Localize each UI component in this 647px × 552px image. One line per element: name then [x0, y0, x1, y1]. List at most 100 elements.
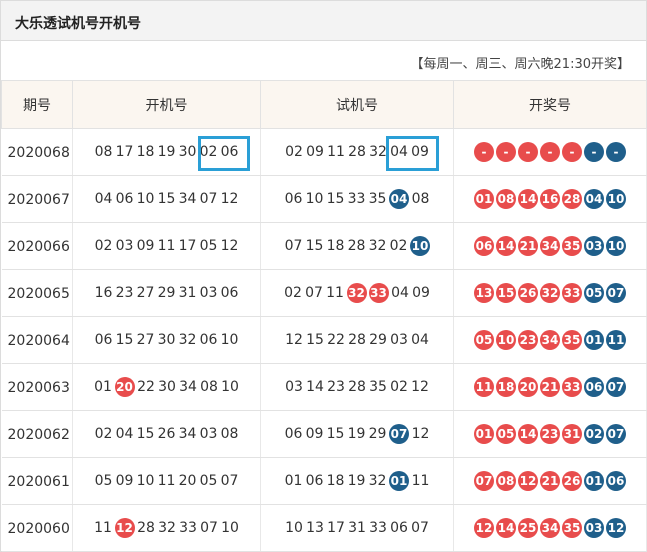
number: 10: [220, 332, 239, 348]
number: 04: [94, 191, 113, 207]
red-ball: 15: [496, 283, 516, 303]
number: 33: [179, 520, 197, 536]
number: 10: [221, 520, 239, 536]
blue-ball: -: [584, 142, 604, 162]
table-row: 2020066 02 03 09 11 17 05 12 07 15 18 28 32 02 10 06 14 2…: [1, 222, 647, 270]
number: 03: [115, 238, 134, 254]
red-ball: 08: [496, 189, 516, 209]
blue-ball: 07: [389, 424, 409, 444]
blue-ball: 01: [584, 471, 604, 491]
red-ball: -: [518, 142, 538, 162]
red-ball: 23: [540, 424, 560, 444]
number: 07: [411, 520, 429, 536]
header-draw-number: 开奖号: [453, 80, 647, 129]
number: 09: [136, 238, 155, 254]
red-ball: 01: [474, 424, 494, 444]
number: 11: [327, 144, 345, 160]
red-ball: 18: [496, 377, 516, 397]
red-ball: 34: [540, 330, 560, 350]
number: 17: [115, 144, 134, 160]
number: 23: [115, 285, 134, 301]
number: 19: [347, 473, 366, 489]
blue-ball: 10: [606, 236, 626, 256]
blue-ball: 07: [606, 424, 626, 444]
page-title: 大乐透试机号开机号: [15, 16, 141, 32]
red-ball: -: [562, 142, 582, 162]
number: 17: [327, 520, 345, 536]
draw-number-cell: 01 08 14 16 28 04 10: [453, 175, 647, 223]
period-cell: 2020064: [1, 316, 73, 364]
blue-ball: 03: [584, 518, 604, 538]
red-ball: 14: [518, 189, 538, 209]
number: 15: [136, 426, 155, 442]
number: 05: [94, 473, 113, 489]
number: 10: [285, 520, 303, 536]
red-ball: 16: [540, 189, 560, 209]
red-ball: 07: [474, 471, 494, 491]
number: 12: [220, 191, 239, 207]
period-cell: 2020068: [1, 128, 73, 176]
number: 07: [220, 473, 239, 489]
number: 06: [220, 285, 239, 301]
period-cell: 2020061: [1, 457, 73, 505]
table-row: 2020064 06 15 27 30 32 06 10 12 15 22 28 29 03 04 05 10 2…: [1, 316, 647, 364]
number: 12: [411, 379, 429, 395]
trial-number-cell: 06 09 15 19 29 07 12: [260, 410, 454, 458]
open-number-cell: 02 04 15 26 34 03 08: [72, 410, 261, 458]
number: 06: [220, 144, 239, 160]
number: 14: [306, 379, 324, 395]
red-ball: 21: [540, 471, 560, 491]
number: 16: [94, 285, 113, 301]
header-period: 期号: [1, 80, 73, 129]
number: 11: [94, 520, 112, 536]
period-cell: 2020065: [1, 269, 73, 317]
table-header-row: 期号 开机号 试机号 开奖号: [1, 80, 647, 129]
number: 11: [326, 285, 344, 301]
draw-number-cell: 11 18 20 21 33 06 07: [453, 363, 647, 411]
number: 03: [199, 285, 218, 301]
number: 09: [412, 285, 430, 301]
red-ball: 06: [474, 236, 494, 256]
number: 31: [348, 520, 366, 536]
red-ball: 14: [496, 236, 516, 256]
number: 33: [347, 191, 366, 207]
red-ball: 35: [562, 236, 582, 256]
open-number-cell: 05 09 10 11 20 05 07: [72, 457, 261, 505]
red-ball: -: [540, 142, 560, 162]
red-ball: 34: [540, 236, 560, 256]
number: 11: [411, 473, 430, 489]
open-number-cell: 04 06 10 15 34 07 12: [72, 175, 261, 223]
number: 09: [115, 473, 134, 489]
blue-ball: 10: [606, 189, 626, 209]
number: 19: [157, 144, 176, 160]
number: 03: [390, 332, 408, 348]
red-ball: 31: [562, 424, 582, 444]
blue-ball: 01: [389, 471, 409, 491]
red-ball: 13: [474, 283, 494, 303]
red-ball: 08: [496, 471, 516, 491]
draw-number-cell: 01 05 14 23 31 02 07: [453, 410, 647, 458]
draw-number-cell: 12 14 25 34 35 03 12: [453, 504, 647, 552]
number: 02: [284, 285, 302, 301]
number: 05: [199, 473, 218, 489]
number: 04: [411, 332, 429, 348]
number: 12: [220, 238, 239, 254]
number: 06: [199, 332, 218, 348]
number: 08: [411, 191, 430, 207]
number: 09: [306, 144, 324, 160]
number: 26: [157, 426, 176, 442]
trial-number-cell: 02 07 11 32 33 04 09: [260, 269, 454, 317]
number: 34: [178, 426, 197, 442]
red-ball: 33: [562, 377, 582, 397]
open-number-cell: 06 15 27 30 32 06 10: [72, 316, 261, 364]
red-ball: 25: [518, 518, 538, 538]
number: 15: [306, 332, 324, 348]
table-row: 2020068 08 17 18 19 30 02 06 02 09 11 28 32 04 09- - - - -…: [1, 128, 647, 176]
number: 32: [368, 473, 387, 489]
number: 29: [368, 426, 387, 442]
number: 04: [391, 285, 409, 301]
number: 15: [157, 191, 176, 207]
number: 23: [327, 379, 345, 395]
red-ball: 23: [518, 330, 538, 350]
red-ball: 26: [518, 283, 538, 303]
